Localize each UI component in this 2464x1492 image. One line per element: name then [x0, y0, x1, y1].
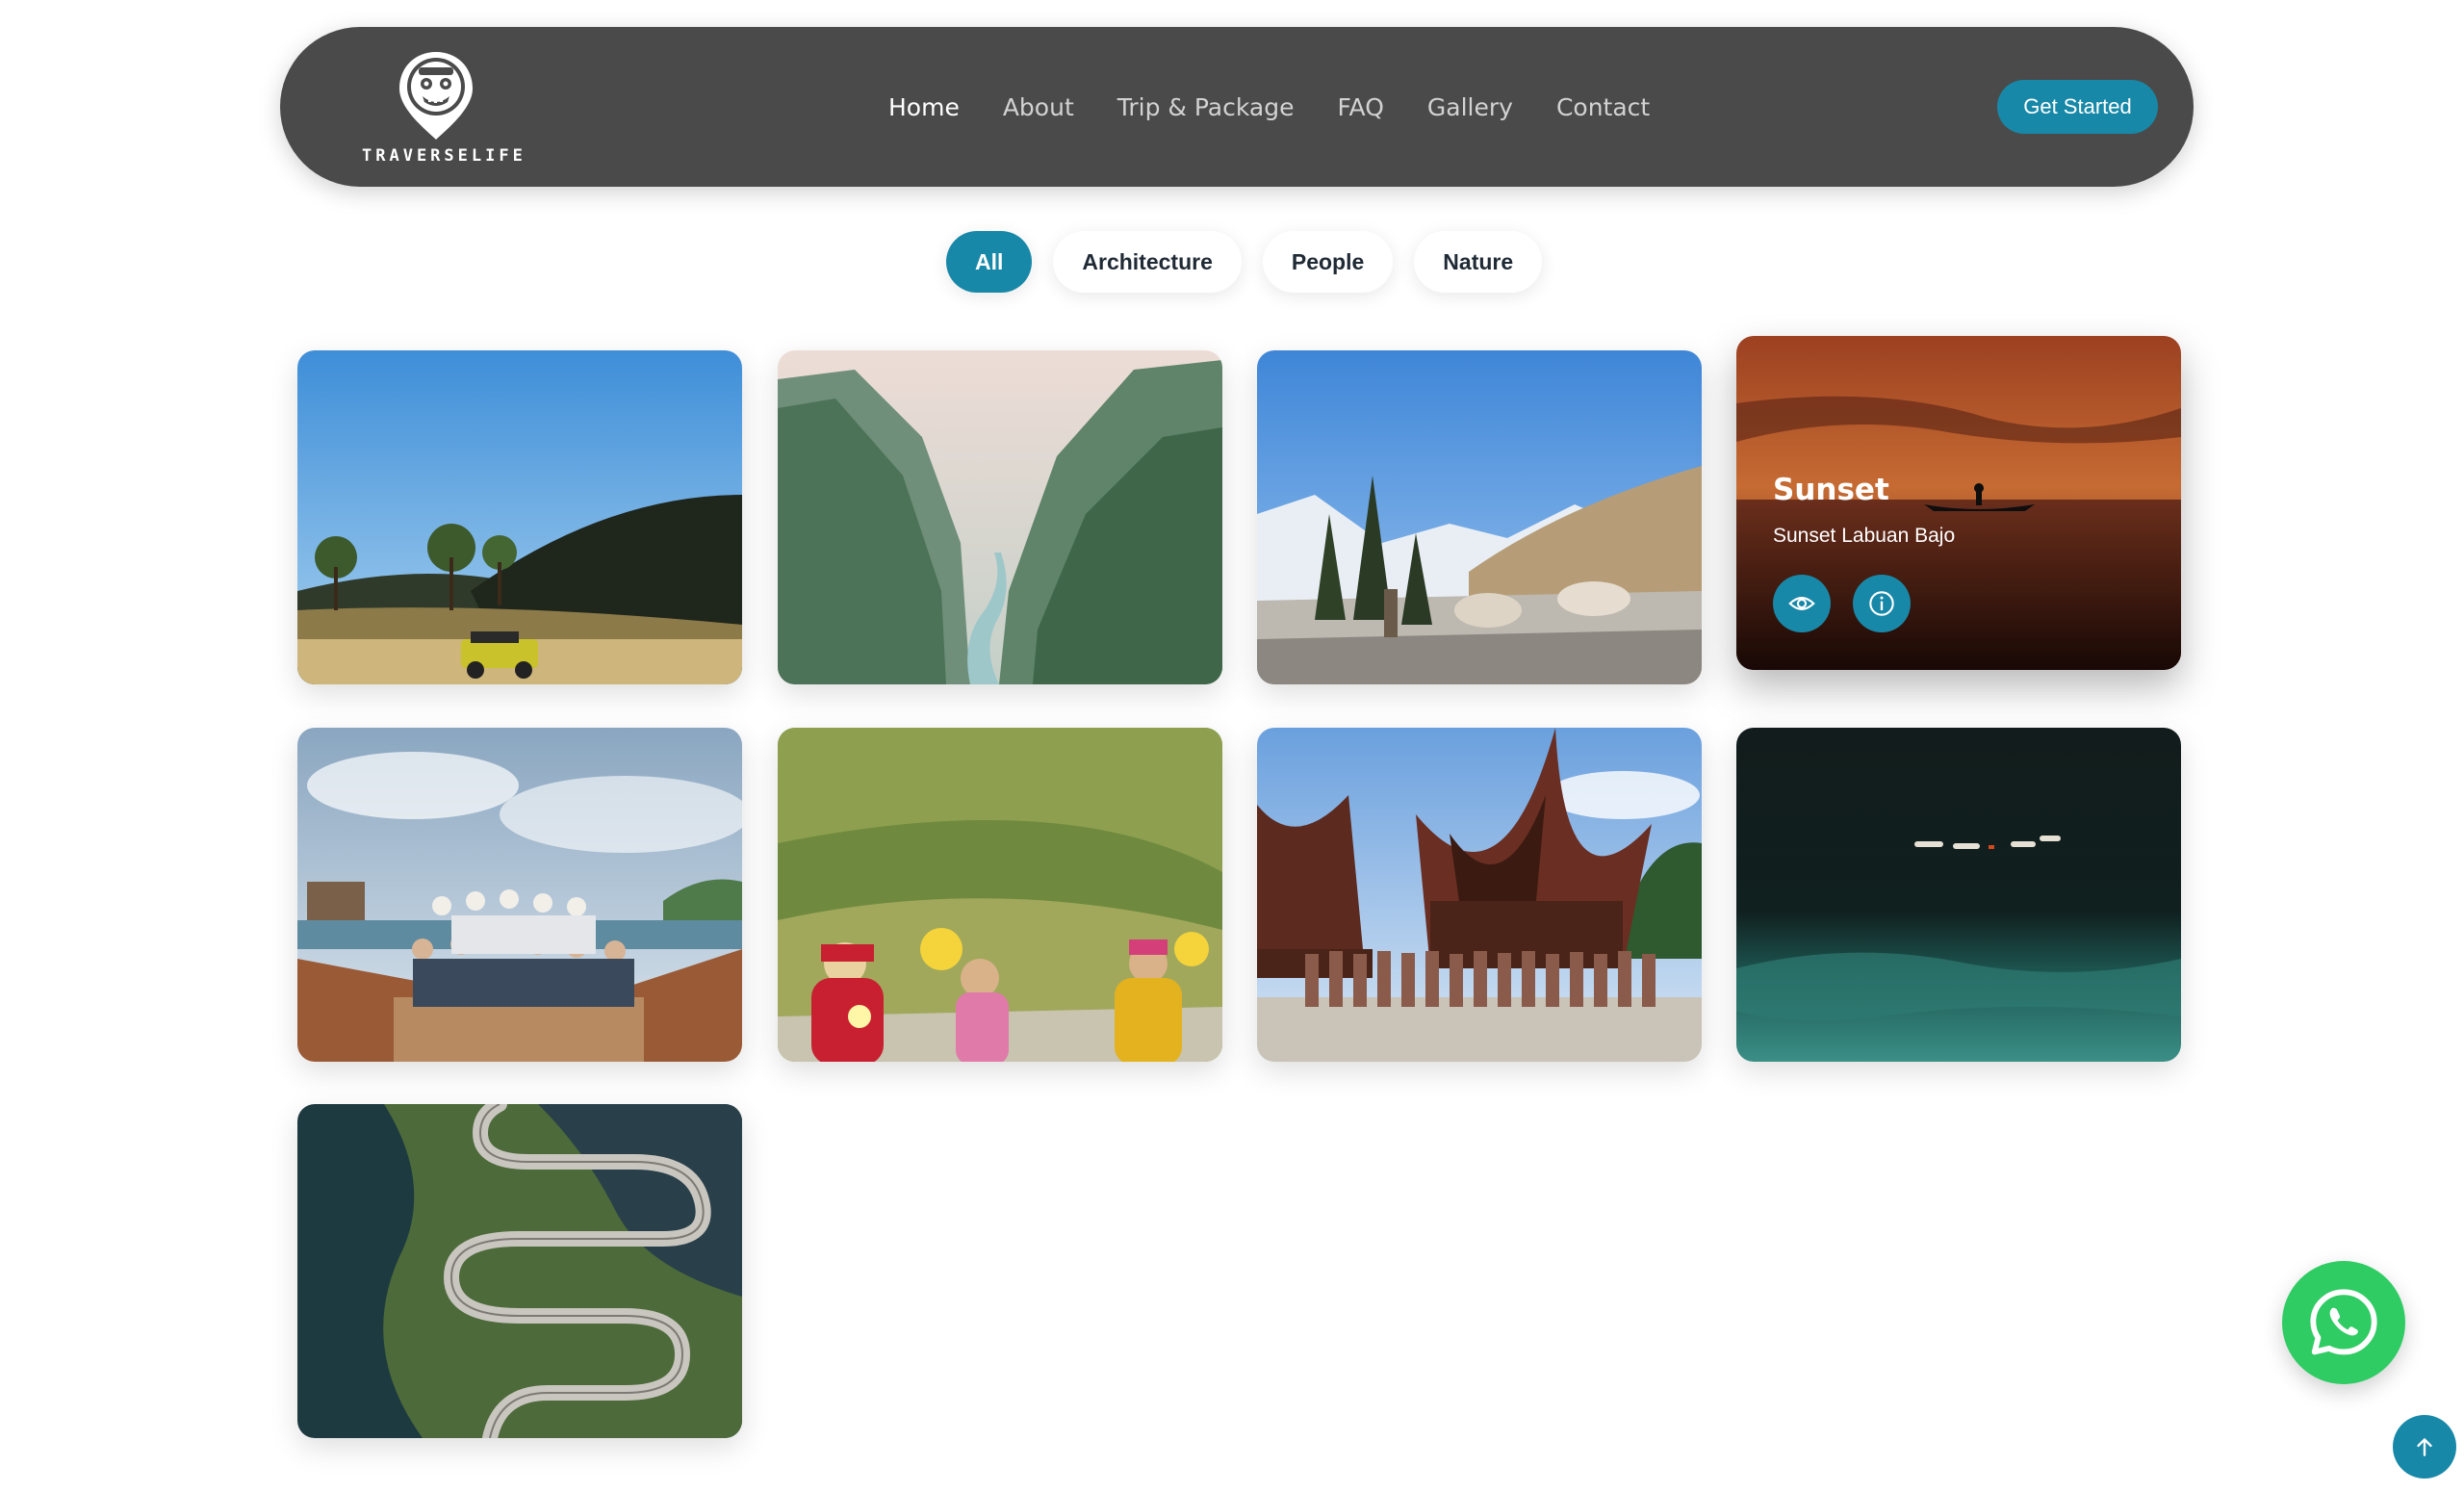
image-info-button[interactable] [1853, 575, 1911, 632]
view-image-button[interactable] [1773, 575, 1831, 632]
nav-contact[interactable]: Contact [1556, 93, 1650, 121]
eye-icon [1788, 597, 1815, 610]
get-started-button[interactable]: Get Started [1997, 80, 2158, 134]
canyon-river-photo [778, 350, 1222, 684]
gallery-item-flower-girls[interactable] [778, 728, 1222, 1062]
filter-architecture[interactable]: Architecture [1053, 231, 1242, 293]
nav-faq[interactable]: FAQ [1337, 93, 1383, 121]
mask-pin-logo-icon [399, 52, 473, 140]
savanna-jeep-photo [297, 350, 742, 684]
scroll-to-top-button[interactable] [2393, 1415, 2456, 1479]
gallery-filters: All Architecture People Nature [946, 231, 1543, 293]
arrow-up-icon [2417, 1438, 2432, 1456]
brand-logo[interactable]: TRAVERSELIFE [362, 50, 526, 170]
gallery-item-canyon-river[interactable] [778, 350, 1222, 684]
gallery-item-boat-group[interactable] [297, 728, 742, 1062]
flower-girls-photo [778, 728, 1222, 1062]
nav-about[interactable]: About [1003, 93, 1074, 121]
navbar: TRAVERSELIFE Home About Trip & Package F… [280, 27, 2194, 187]
filter-people[interactable]: People [1262, 231, 1394, 293]
nav-trip-package[interactable]: Trip & Package [1117, 93, 1295, 121]
gallery-item-mountain-horses[interactable] [1257, 350, 1702, 684]
winding-road-aerial-photo [297, 1104, 742, 1438]
batak-house-group-photo [1257, 728, 1702, 1062]
gallery-item-savanna-jeep[interactable] [297, 350, 742, 684]
mountain-horses-photo [1257, 350, 1702, 684]
info-icon [1869, 591, 1894, 616]
gallery-item-subtitle: Sunset Labuan Bajo [1773, 525, 1956, 547]
whatsapp-icon [2310, 1289, 2377, 1355]
gallery-item-winding-road[interactable] [297, 1104, 742, 1438]
boat-group-photo [297, 728, 742, 1062]
main-nav: Home About Trip & Package FAQ Gallery Co… [888, 27, 1650, 187]
filter-all[interactable]: All [946, 231, 1033, 293]
gallery-item-batak-house[interactable] [1257, 728, 1702, 1062]
nav-gallery[interactable]: Gallery [1427, 93, 1513, 121]
gallery-item-title: Sunset [1773, 473, 1889, 507]
filter-nature[interactable]: Nature [1414, 231, 1543, 293]
night-sea-boats-photo [1736, 728, 2181, 1062]
gallery-item-sunset[interactable]: Sunset Sunset Labuan Bajo [1736, 336, 2181, 670]
whatsapp-button[interactable] [2282, 1261, 2405, 1384]
gallery-item-night-sea[interactable] [1736, 728, 2181, 1062]
brand-name: TRAVERSELIFE [362, 146, 526, 166]
nav-home[interactable]: Home [888, 93, 960, 121]
